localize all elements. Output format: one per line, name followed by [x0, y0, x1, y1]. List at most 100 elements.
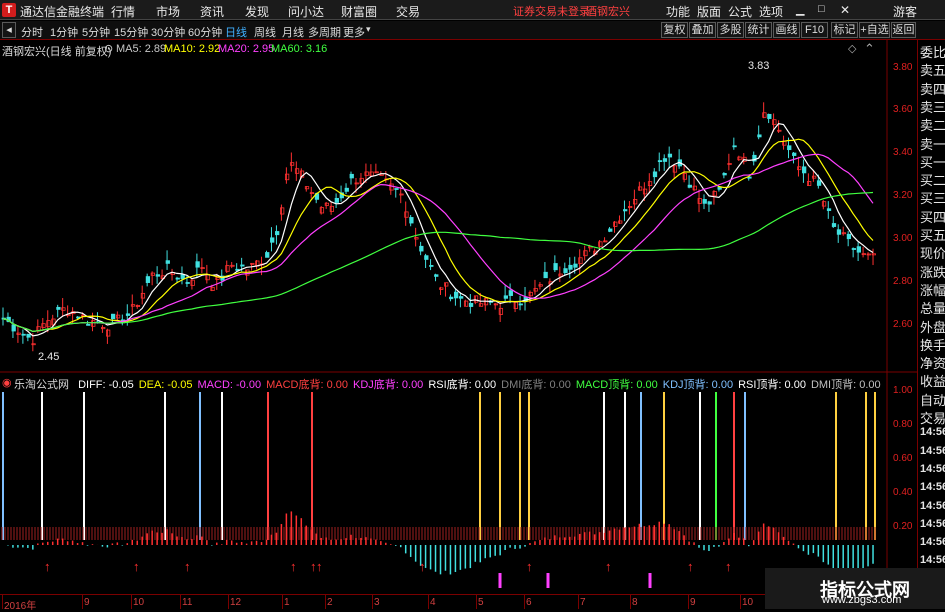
- multi-stock-button[interactable]: 多股: [717, 22, 744, 38]
- quote-field-label[interactable]: 换手: [920, 335, 945, 354]
- indicator-value: RSI顶背: 0.00: [738, 379, 806, 390]
- quote-field-label[interactable]: 卖二: [920, 115, 945, 134]
- indicator-y-tick: 0.20: [893, 521, 913, 532]
- candle-body: [836, 229, 842, 235]
- buy-arrow: ↑: [687, 559, 694, 574]
- candle-body: [185, 282, 190, 284]
- y-tick: 3.80: [893, 62, 913, 73]
- candle-body: [334, 197, 339, 203]
- menu-item-ask[interactable]: 问小达: [288, 3, 324, 20]
- quote-field-label[interactable]: 现价: [920, 243, 945, 262]
- candle-body: [802, 166, 807, 174]
- candle-body: [394, 188, 399, 190]
- menu-item-layout[interactable]: 版面: [697, 3, 721, 20]
- f10-button[interactable]: F10: [801, 22, 828, 38]
- candle-body: [553, 263, 558, 271]
- quote-field-label[interactable]: 买二: [920, 170, 945, 189]
- overlay-button[interactable]: 叠加: [689, 22, 716, 38]
- quote-field-label[interactable]: 卖一: [920, 134, 945, 153]
- quote-field-label[interactable]: 买四: [920, 207, 945, 226]
- draw-line-button[interactable]: 画线: [773, 22, 800, 38]
- quote-field-label[interactable]: 涨跌: [920, 262, 945, 281]
- menu-item-discover[interactable]: 发现: [245, 3, 269, 20]
- y-tick: 3.40: [893, 147, 913, 158]
- quote-field-label[interactable]: 14:56: [920, 463, 945, 475]
- quote-field-label[interactable]: 卖三: [920, 97, 945, 116]
- menu-item-trade[interactable]: 交易: [396, 3, 420, 20]
- candle-body: [56, 306, 61, 310]
- menu-item-wealth[interactable]: 财富圈: [341, 3, 377, 20]
- add-watchlist-button[interactable]: +自选: [859, 22, 890, 38]
- menu-item-formula[interactable]: 公式: [728, 3, 752, 20]
- tab-period-60min[interactable]: 60分钟: [188, 24, 222, 40]
- quote-field-label[interactable]: 卖四: [920, 79, 945, 98]
- menu-item-options[interactable]: 选项: [759, 3, 783, 20]
- menu-item-function[interactable]: 功能: [666, 3, 690, 20]
- tab-period-daily[interactable]: 日线: [225, 24, 247, 40]
- candle-body: [543, 271, 548, 279]
- date-tick: 10: [742, 597, 754, 608]
- ma-settings-icon[interactable]: ⊙: [104, 42, 113, 55]
- tab-period-weekly[interactable]: 周线: [254, 24, 276, 40]
- quote-field-label[interactable]: 买三: [920, 188, 945, 207]
- tab-period-more[interactable]: 更多: [343, 24, 365, 40]
- user-guest[interactable]: 游客: [893, 3, 917, 20]
- quote-field-label[interactable]: 净资: [920, 353, 945, 372]
- candle-body: [165, 260, 170, 264]
- adjust-button[interactable]: 复权: [661, 22, 688, 38]
- quote-field-label[interactable]: 自动: [920, 390, 945, 409]
- menu-item-news[interactable]: 资讯: [200, 3, 224, 20]
- tab-period-multi[interactable]: 多周期: [308, 24, 341, 40]
- quote-field-label[interactable]: 外盘: [920, 317, 945, 336]
- minimize-icon[interactable]: ▁: [796, 3, 804, 16]
- buy-arrow: ↑: [526, 559, 533, 574]
- date-tick: 4: [430, 597, 436, 608]
- mark-button[interactable]: 标记: [831, 22, 858, 38]
- tab-period-15min[interactable]: 15分钟: [114, 24, 148, 40]
- return-button[interactable]: 返回: [891, 22, 916, 38]
- tab-period-30min[interactable]: 30分钟: [151, 24, 185, 40]
- tab-period-monthly[interactable]: 月线: [282, 24, 304, 40]
- candle-body: [468, 302, 474, 307]
- menu-item-quotes[interactable]: 行情: [111, 3, 135, 20]
- candle-body: [145, 276, 151, 283]
- quote-field-label[interactable]: 14:56: [920, 554, 945, 566]
- quote-field-label[interactable]: 14:56: [920, 500, 945, 512]
- quote-field-label[interactable]: 买一: [920, 152, 945, 171]
- menu-item-market[interactable]: 市场: [156, 3, 180, 20]
- candle-body: [787, 145, 792, 151]
- login-status[interactable]: 证券交易未登录: [513, 3, 590, 19]
- chart-canvas[interactable]: ↑ ↑ ↑ ↑ ↑ ↑ ↑ ↑ ↑ ↑ ↑: [0, 40, 917, 609]
- collapse-left-icon[interactable]: ◂: [2, 22, 16, 38]
- tab-period-5min[interactable]: 5分钟: [82, 24, 110, 40]
- more-dropdown-icon[interactable]: ▾: [366, 24, 371, 35]
- quote-field-label[interactable]: 涨幅: [920, 280, 945, 299]
- quote-field-label[interactable]: 总量: [920, 298, 945, 317]
- maximize-icon[interactable]: □: [818, 3, 825, 15]
- close-icon[interactable]: ✕: [840, 3, 850, 17]
- diamond-icon[interactable]: ◇: [848, 42, 856, 55]
- candle-body: [657, 160, 663, 163]
- tab-period-timeshare[interactable]: 分时: [21, 24, 43, 40]
- candle-body: [449, 296, 454, 300]
- quote-field-label[interactable]: 收益: [920, 371, 945, 390]
- statistics-button[interactable]: 统计: [745, 22, 772, 38]
- quote-field-label[interactable]: 买五: [920, 225, 945, 244]
- quote-field-label[interactable]: 14:56: [920, 426, 945, 438]
- quote-field-label[interactable]: 交易: [920, 408, 945, 427]
- quote-field-label[interactable]: 14:56: [920, 445, 945, 457]
- buy-arrow: ↑: [605, 559, 612, 574]
- quote-field-label[interactable]: 14:56: [920, 518, 945, 530]
- quote-field-label[interactable]: 14:56: [920, 481, 945, 493]
- indicator-value: MACD顶背: 0.00: [575, 379, 658, 390]
- date-tick: 2: [327, 597, 333, 608]
- quote-field-label[interactable]: 14:56: [920, 536, 945, 548]
- quote-field-label[interactable]: 卖五: [920, 60, 945, 79]
- quote-field-label[interactable]: 委比: [920, 42, 945, 61]
- app-title: 通达信金融终端: [20, 5, 105, 19]
- collapse-icon[interactable]: ⌃: [864, 41, 875, 57]
- date-tick: 11: [182, 597, 193, 608]
- indicator-icon[interactable]: ◉: [2, 376, 12, 389]
- tab-period-1min[interactable]: 1分钟: [50, 24, 78, 40]
- candle-body: [180, 274, 185, 280]
